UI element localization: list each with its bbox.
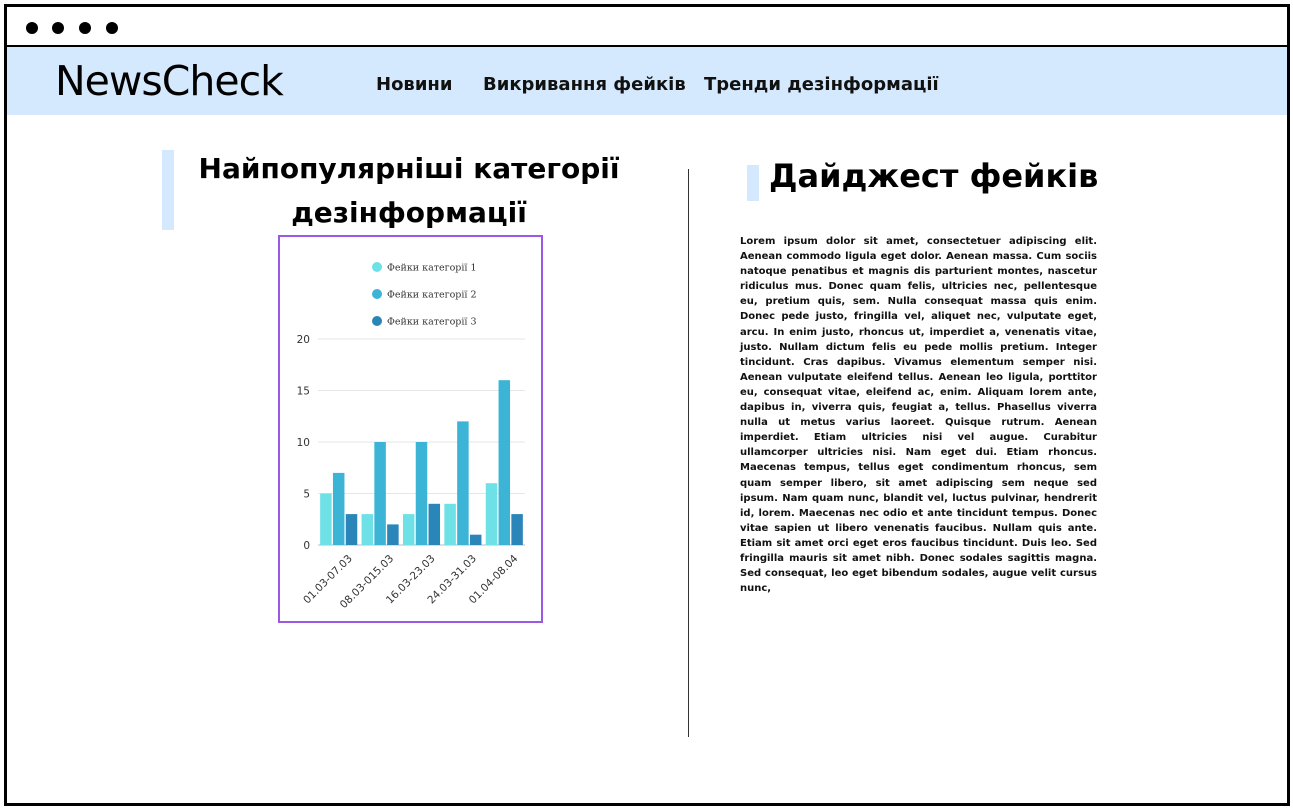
categories-chart: Фейки категорії 1 Фейки категорії 2 Фейки … [278,235,543,623]
bar [444,503,456,545]
legend-label: Фейки категорії 3 [387,317,477,328]
y-tick-label: 10 [297,437,310,449]
y-tick-label: 5 [303,489,310,501]
digest-title: Дайджест фейків [769,157,1099,195]
bar [320,493,332,545]
categories-title-line1: Найпопулярніші категорії [198,152,620,185]
browser-window: NewsCheck Новини Викривання фейків Тренд… [4,4,1290,806]
title-accent-bar [747,165,759,201]
column-divider [688,169,689,737]
nav-link-news[interactable]: Новини [376,74,452,95]
y-tick-label: 20 [297,334,310,346]
bar [345,514,358,545]
bar [415,442,428,545]
y-tick-label: 15 [297,386,310,398]
legend-label: Фейки категорії 1 [387,263,477,274]
y-tick-label: 0 [303,540,310,552]
window-titlebar [7,7,1287,47]
legend-label: Фейки категорії 2 [387,290,477,301]
legend-marker [372,262,382,272]
digest-text: Lorem ipsum dolor sit amet, consectetuer… [740,236,1097,595]
categories-title: Найпопулярніші категорії дезінформації [173,147,645,235]
navbar: NewsCheck Новини Викривання фейків Тренд… [7,47,1287,115]
window-dot-icon[interactable] [79,22,91,34]
bar [511,514,523,545]
nav-link-fake-debunking[interactable]: Викривання фейків [483,74,686,95]
bar [387,524,399,545]
bar [361,514,374,545]
bar [498,380,511,545]
categories-title-line2: дезінформації [291,196,527,229]
legend-marker [372,316,382,326]
bar [428,503,441,545]
bar [374,442,386,545]
bar [457,421,469,545]
legend-marker [372,289,382,299]
window-dot-icon[interactable] [52,22,64,34]
bar [402,514,415,545]
window-dot-icon[interactable] [26,22,38,34]
bar-chart-svg: Фейки категорії 1 Фейки категорії 2 Фейки … [297,262,525,611]
site-logo[interactable]: NewsCheck [55,58,284,104]
bar [332,472,345,545]
bar [469,534,482,545]
nav-link-disinfo-trends[interactable]: Тренди дезінформації [704,74,939,95]
bar [485,483,498,545]
window-dot-icon[interactable] [106,22,118,34]
